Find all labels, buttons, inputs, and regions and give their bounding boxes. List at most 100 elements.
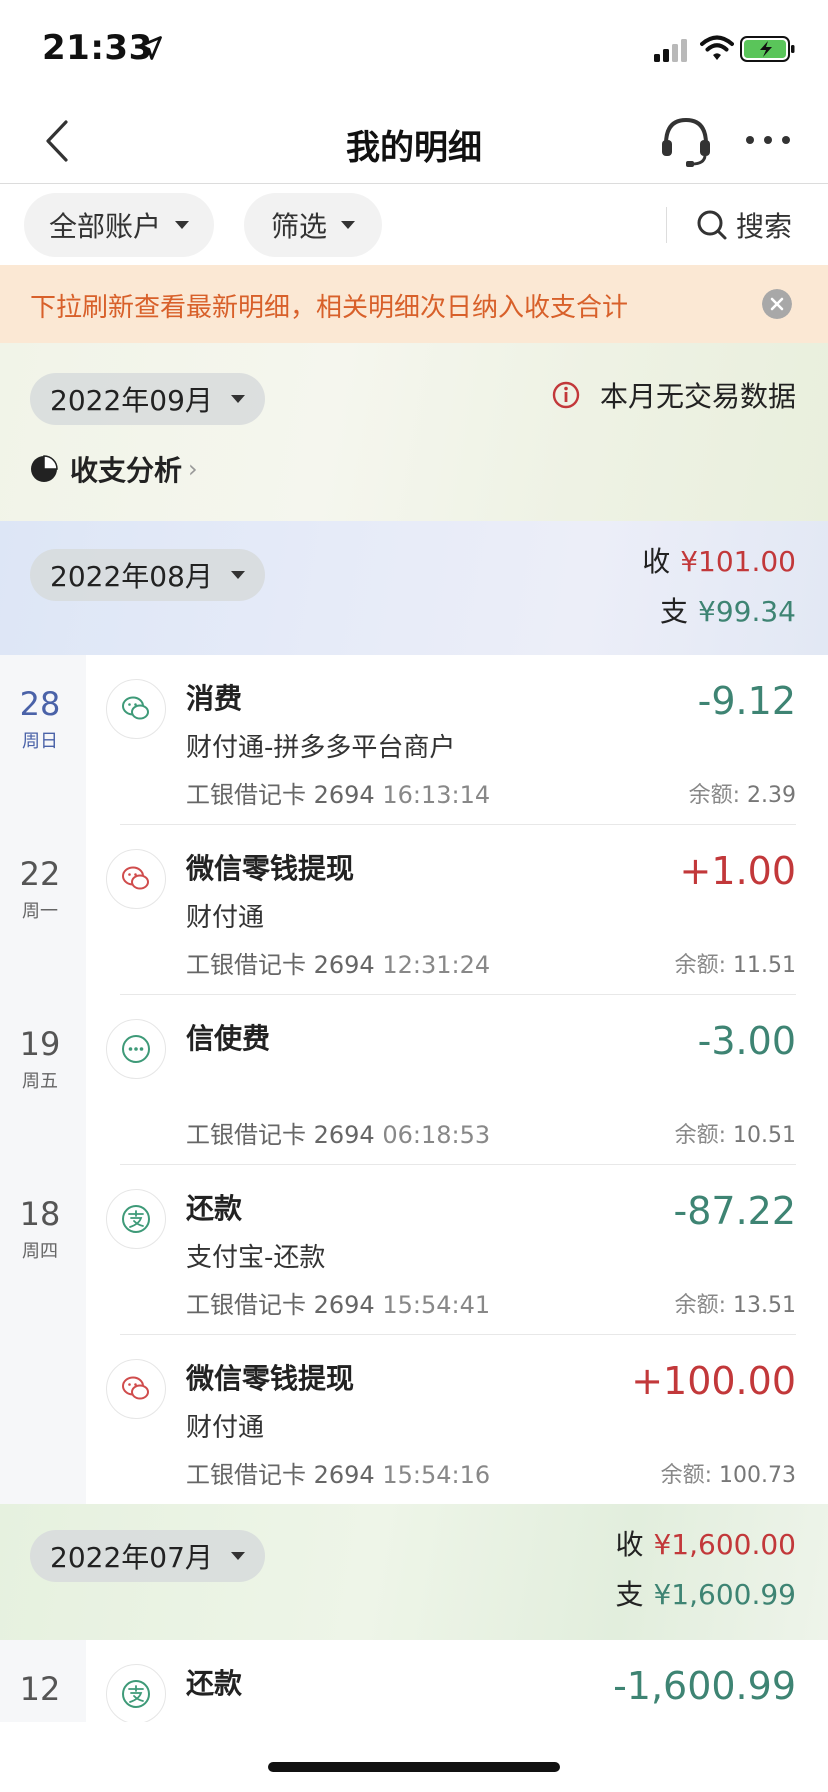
month-selector[interactable]: 2022年09月 [30,373,265,425]
transaction-amount: +1.00 [679,849,796,893]
month-totals: 收 ¥101.00 支 ¥99.34 [642,537,796,637]
expense-label: 支 [615,1578,644,1611]
caret-down-icon [230,1552,245,1560]
transaction-amount: -1,600.99 [613,1664,796,1708]
caret-down-icon [175,221,189,229]
divider [666,207,667,243]
date-marker: 28 周日 [0,685,80,753]
transaction-card-info: 工银借记卡 2694 15:54:16 [186,1455,490,1490]
transaction-item[interactable]: 微信零钱提现 财付通 工银借记卡 2694 15:54:16 +100.00 余… [86,1335,828,1505]
date-day: 22 [19,855,61,893]
transaction-item[interactable]: 还款 支付宝-还款 工银借记卡 2694 15:54:41 -87.22 余额:… [86,1165,828,1335]
card-name: 工银借记卡 2694 [186,1461,375,1489]
search-label: 搜索 [736,210,793,243]
customer-service-headset-icon[interactable] [658,112,714,168]
balance-value: 10.51 [733,1123,796,1148]
transaction-item[interactable]: 微信零钱提现 财付通 工银借记卡 2694 12:31:24 +1.00 余额:… [86,825,828,995]
income-total: ¥101.00 [680,545,796,578]
date-weekday: 周一 [22,901,58,922]
transaction-title: 还款 [186,1667,243,1700]
transaction-item[interactable]: 信使费 工银借记卡 2694 06:18:53 -3.00 余额: 10.51 [86,995,828,1165]
transaction-amount: -9.12 [697,679,796,723]
date-day: 18 [19,1195,61,1233]
more-options-icon[interactable] [744,132,792,148]
notice-text: 下拉刷新查看最新明细，相关明细次日纳入收支合计 [30,293,629,323]
income-label: 收 [642,545,671,578]
transaction-time: 15:54:41 [382,1291,491,1319]
month-selector[interactable]: 2022年07月 [30,1530,265,1582]
transaction-title: 信使费 [186,1022,271,1055]
no-transaction-notice: 本月无交易数据 [552,375,796,415]
month-label: 2022年07月 [50,1541,213,1574]
date-weekday: 周五 [22,1071,58,1092]
card-name: 工银借记卡 2694 [186,1291,375,1319]
income-total: ¥1,600.00 [653,1528,796,1561]
search-button[interactable]: 搜索 [696,203,792,247]
account-dropdown-label: 全部账户 [48,210,161,243]
transaction-merchant: 财付通 [186,903,265,933]
wifi-icon [700,35,734,60]
caret-down-icon [341,221,355,229]
home-indicator[interactable] [268,1762,560,1772]
date-marker: 19 周五 [0,1025,80,1093]
balance-label: 余额: [674,953,727,978]
filter-bar: 全部账户 筛选 搜索 [0,185,828,265]
transaction-title: 微信零钱提现 [186,852,355,885]
wechat-icon [106,679,166,739]
transaction-item[interactable]: 还款 -1,600.99 [86,1640,828,1722]
transaction-list-2022-07: 12 还款 -1,600.99 [0,1640,828,1722]
caret-down-icon [230,571,245,579]
month-selector[interactable]: 2022年08月 [30,549,265,601]
card-name: 工银借记卡 2694 [186,1121,375,1149]
more-dots-icon [106,1019,166,1079]
date-marker: 18 周四 [0,1195,80,1263]
expense-label: 支 [660,595,689,628]
transaction-merchant: 财付通-拼多多平台商户 [186,733,456,763]
transaction-amount: -3.00 [697,1019,796,1063]
balance-label: 余额: [660,1463,713,1488]
balance: 余额: 100.73 [661,1457,796,1489]
filter-dropdown[interactable]: 筛选 [244,193,382,257]
income-expense-analysis-link[interactable]: 收支分析 › [30,449,198,489]
income-label: 收 [615,1528,644,1561]
refresh-notice-banner: 下拉刷新查看最新明细，相关明细次日纳入收支合计 [0,265,828,343]
expense-total: ¥99.34 [698,595,796,628]
transaction-card-info: 工银借记卡 2694 15:54:41 [186,1285,490,1320]
alipay-icon [106,1664,166,1722]
balance: 余额: 11.51 [675,947,796,979]
no-data-text: 本月无交易数据 [599,380,796,413]
card-name: 工银借记卡 2694 [186,951,375,979]
battery-charging-icon [740,36,795,62]
date-day: 12 [19,1670,61,1708]
search-icon [697,210,727,240]
date-weekday: 周四 [22,1241,58,1262]
wechat-icon [106,1359,166,1419]
transaction-item[interactable]: 消费 财付通-拼多多平台商户 工银借记卡 2694 16:13:14 -9.12… [86,655,828,825]
analysis-label: 收支分析 [70,454,183,487]
date-day: 19 [19,1025,61,1063]
wechat-icon [106,849,166,909]
account-dropdown[interactable]: 全部账户 [24,193,214,257]
close-icon[interactable] [762,289,792,319]
month-section-2022-08: 2022年08月 收 ¥101.00 支 ¥99.34 [0,521,828,655]
transaction-amount: +100.00 [631,1359,796,1403]
balance-label: 余额: [674,1123,727,1148]
location-arrow-icon [138,36,162,60]
transaction-card-info: 工银借记卡 2694 06:18:53 [186,1115,490,1150]
transaction-card-info: 工银借记卡 2694 16:13:14 [186,775,490,810]
month-section-2022-09: 2022年09月 本月无交易数据 收支分析 › [0,343,828,521]
date-weekday: 周日 [22,731,58,752]
date-column: 28 周日 22 周一 19 周五 18 周四 [0,655,86,1504]
transaction-time: 12:31:24 [382,951,491,979]
date-marker: 12 [0,1670,80,1708]
balance-label: 余额: [674,1293,727,1318]
transaction-amount: -87.22 [673,1189,797,1233]
transaction-title: 还款 [186,1192,243,1225]
transaction-time: 16:13:14 [382,781,491,809]
transaction-title: 消费 [186,682,243,715]
status-bar: 21:33 [0,0,828,100]
pie-chart-icon [31,455,58,482]
month-label: 2022年08月 [50,560,213,593]
balance-value: 11.51 [733,953,796,978]
navigation-bar: 我的明细 [0,100,828,184]
